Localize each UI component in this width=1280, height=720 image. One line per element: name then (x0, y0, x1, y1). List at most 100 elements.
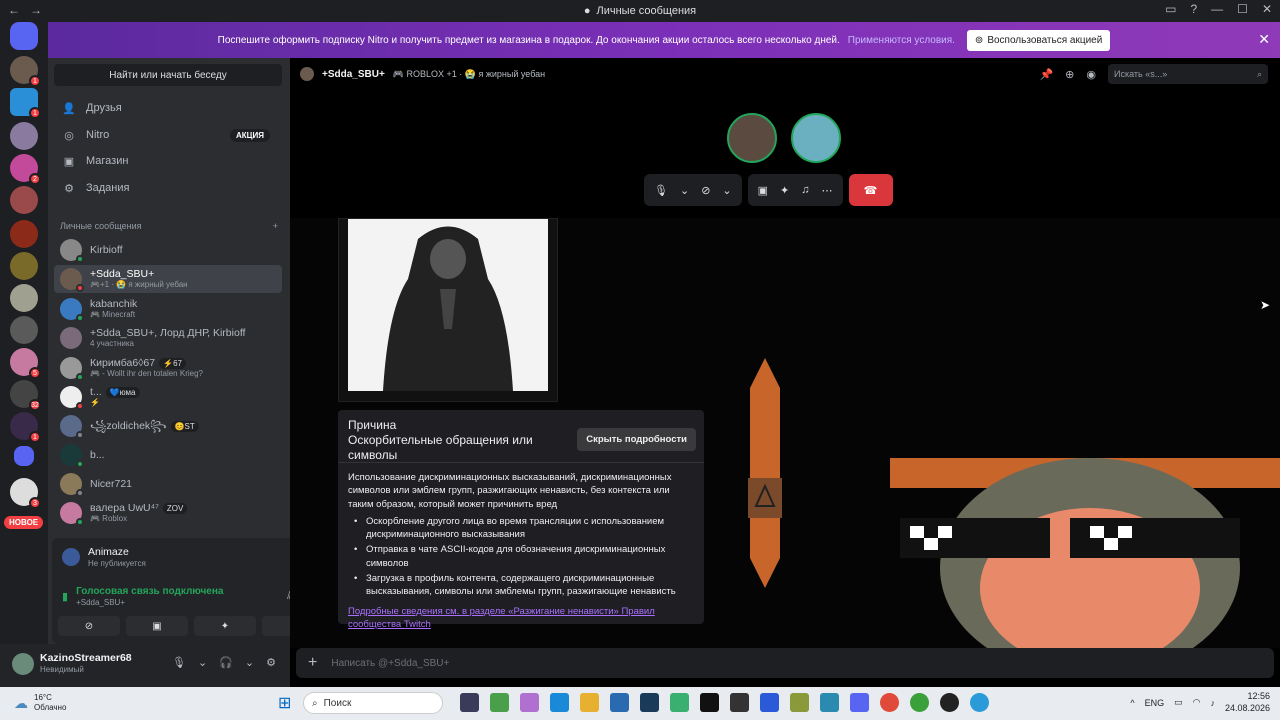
pin-icon[interactable]: 📌 (1039, 68, 1053, 81)
app-icon[interactable] (760, 693, 779, 712)
obs-icon[interactable] (940, 693, 959, 712)
dm-item[interactable]: +Sdda_SBU+, Лорд ДНР, Kirbioff 4 участник… (54, 324, 282, 352)
clock[interactable]: 12:56 24.08.2026 (1225, 691, 1270, 714)
add-friend-icon[interactable]: ⊕ (1065, 68, 1074, 81)
call-participant-avatar[interactable] (727, 113, 777, 163)
dm-item[interactable]: Kirbioff (54, 236, 282, 264)
help-icon[interactable]: ? (1190, 2, 1197, 16)
nav-nitro[interactable]: ◎ Nitro АКЦИЯ (54, 123, 282, 147)
nav-shop[interactable]: ▣ Магазин (54, 149, 282, 173)
create-dm-icon[interactable]: + (273, 221, 278, 231)
maximize-button[interactable]: ☐ (1237, 2, 1248, 16)
chevron-down-icon[interactable]: ⌄ (245, 656, 254, 669)
app-icon[interactable] (670, 693, 689, 712)
activities-icon[interactable]: ✦ (780, 184, 789, 197)
soundboard-icon[interactable]: ♫ (801, 184, 809, 196)
server-icon[interactable]: 1 (10, 88, 41, 119)
explorer-icon[interactable] (580, 693, 599, 712)
screen-share-button[interactable]: ▣ (126, 616, 188, 636)
chrome-icon[interactable] (880, 693, 899, 712)
volume-icon[interactable]: ♪ (1210, 698, 1215, 708)
message-input[interactable]: Написать @+Sdda_SBU+ (331, 658, 449, 669)
server-icon[interactable] (10, 252, 38, 280)
banner-terms-link[interactable]: Применяются условия. (848, 35, 955, 46)
home-button[interactable] (10, 22, 38, 50)
hang-up-button[interactable]: ☎ (848, 174, 893, 206)
weather-widget[interactable]: ☁ 16°C Облачно (14, 693, 66, 714)
app-icon[interactable] (610, 693, 629, 712)
dm-item-active[interactable]: +Sdda_SBU+ 🎮+1 · 😭 я жирный уебан (54, 265, 282, 293)
find-conversation-button[interactable]: Найти или начать беседу (54, 64, 282, 86)
screen-share-icon[interactable]: ▣ (758, 184, 768, 197)
add-attachment-icon[interactable]: + (308, 654, 317, 672)
dm-item[interactable]: kabanchik 🎮 Minecraft (54, 295, 282, 323)
user-avatar[interactable] (12, 653, 34, 675)
activities-button[interactable]: ✦ (194, 616, 256, 636)
server-icon[interactable]: 5 (10, 348, 41, 379)
wifi-icon[interactable]: ◠ (1193, 697, 1201, 708)
claim-offer-button[interactable]: ⊚ Воспользоваться акцией (966, 29, 1111, 51)
dm-item[interactable]: Киримба6◊67 ⚡67 🎮 - Wollt ihr den totalen … (54, 354, 282, 382)
server-icon[interactable] (10, 122, 38, 150)
inbox-icon[interactable]: ▭ (1165, 2, 1176, 16)
app-icon[interactable] (460, 693, 479, 712)
voice-channel-name[interactable]: +Sdda_SBU+ (76, 598, 223, 608)
settings-icon[interactable]: ⚙ (266, 656, 276, 669)
terminal-icon[interactable] (730, 693, 749, 712)
dm-item[interactable]: t... 💙юма ⚡ (54, 383, 282, 411)
channel-name[interactable]: +Sdda_SBU+ (322, 69, 385, 80)
chevron-down-icon[interactable]: ⌄ (680, 184, 689, 197)
chevron-down-icon[interactable]: ⌄ (198, 656, 207, 669)
app-icon[interactable] (910, 693, 929, 712)
camera-off-icon[interactable]: ⊘ (701, 184, 710, 197)
app-icon[interactable] (820, 693, 839, 712)
camera-off-button[interactable]: ⊘ (58, 616, 120, 636)
tray-overflow-icon[interactable]: ^ (1130, 698, 1134, 708)
battery-icon[interactable]: ▭ (1174, 697, 1183, 708)
signal-icon[interactable]: ▮ (62, 590, 68, 603)
nav-quests[interactable]: ⚙ Задания (54, 176, 282, 200)
server-icon[interactable]: 32 (10, 380, 41, 411)
dm-item[interactable]: валера UwU⁴⁷ ZOV 🎮 Roblox (54, 499, 282, 527)
server-icon[interactable] (10, 284, 38, 312)
discord-icon[interactable] (850, 693, 869, 712)
call-participant-avatar[interactable] (791, 113, 841, 163)
start-icon[interactable]: ⊞ (278, 693, 291, 713)
forward-arrow-icon[interactable]: → (30, 3, 42, 17)
taskbar-search[interactable]: ⌕ Поиск (303, 692, 443, 714)
close-window-button[interactable]: ✕ (1262, 2, 1272, 16)
server-icon[interactable]: 3 (10, 478, 41, 509)
language-indicator[interactable]: ENG (1145, 698, 1165, 708)
dm-item[interactable]: ꧁zoldichek꧂ 😊ST (54, 412, 282, 440)
app-icon[interactable] (790, 693, 809, 712)
back-arrow-icon[interactable]: ← (8, 3, 20, 17)
microphone-icon[interactable]: 🎙 (654, 184, 668, 197)
user-profile-icon[interactable]: ◉ (1086, 68, 1096, 81)
dm-item[interactable]: b... (54, 441, 282, 469)
close-banner-icon[interactable]: ✕ (1258, 31, 1270, 48)
search-input[interactable]: Искать «s...» ⌕ (1108, 64, 1268, 84)
folder-icon[interactable] (14, 446, 34, 466)
server-icon[interactable] (10, 220, 38, 248)
mic-control[interactable]: 🎙 ⌄ ⊘ ⌄ (644, 174, 742, 206)
hide-details-button[interactable]: Скрыть подробности (577, 428, 696, 451)
chevron-down-icon[interactable]: ⌄ (722, 184, 731, 197)
microphone-icon[interactable]: 🎙 (172, 656, 186, 669)
edge-icon[interactable] (550, 693, 569, 712)
nav-friends[interactable]: 👤 Друзья (54, 96, 282, 120)
server-icon[interactable]: 1 (10, 56, 41, 87)
server-icon[interactable]: 1 (10, 412, 41, 443)
minimize-button[interactable]: — (1211, 2, 1223, 16)
dm-item[interactable]: Nicer721 (54, 470, 282, 498)
server-icon[interactable] (10, 316, 38, 344)
headphones-icon[interactable]: 🎧 (219, 656, 233, 669)
telegram-icon[interactable] (970, 693, 989, 712)
server-icon[interactable]: 2 (10, 154, 41, 185)
app-icon[interactable] (520, 693, 539, 712)
more-icon[interactable]: ⋯ (822, 184, 833, 197)
steam-icon[interactable] (640, 693, 659, 712)
hooded-figure-image[interactable] (348, 219, 548, 391)
app-icon[interactable] (490, 693, 509, 712)
app-icon[interactable] (700, 693, 719, 712)
guidelines-link[interactable]: Подробные сведения см. в разделе «Разжиг… (348, 605, 694, 632)
